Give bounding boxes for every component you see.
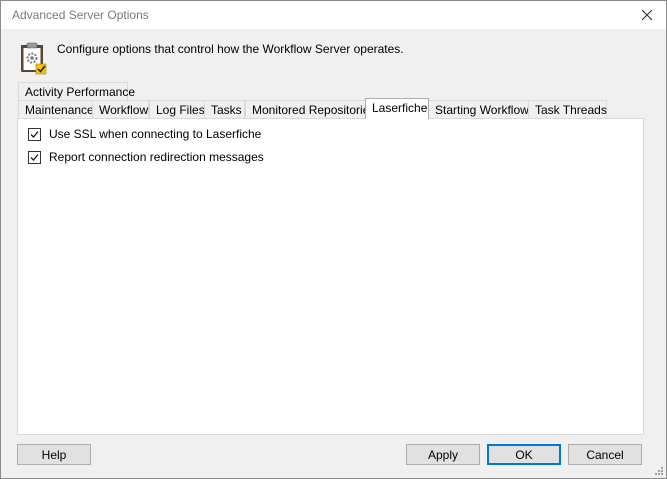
tab-label: Activity Performance — [25, 85, 136, 99]
dialog-window: Advanced Server Options Configure option… — [0, 0, 667, 479]
tab-activity-performance[interactable]: Activity Performance — [18, 82, 135, 100]
tab-workflow[interactable]: Workflow — [92, 100, 149, 118]
tab-monitored-repositories[interactable]: Monitored Repositories — [245, 100, 375, 118]
tab-label: Starting Workflows — [435, 103, 535, 117]
tab-label: Tasks — [211, 103, 242, 117]
apply-button[interactable]: Apply — [406, 444, 480, 465]
tab-maintenance[interactable]: Maintenance — [18, 100, 94, 118]
report-redirection-checkbox[interactable] — [28, 150, 41, 164]
header-description: Configure options that control how the W… — [57, 42, 404, 56]
close-button[interactable] — [636, 6, 658, 24]
window-title: Advanced Server Options — [12, 8, 149, 22]
tab-label: Workflow — [99, 103, 149, 117]
tab-laserfiche[interactable]: Laserfiche — [365, 98, 429, 119]
ok-button[interactable]: OK — [487, 444, 561, 465]
close-icon — [641, 9, 653, 21]
tab-label: Monitored Repositories — [252, 103, 376, 117]
use-ssl-label: Use SSL when connecting to Laserfiche — [49, 127, 262, 141]
cancel-button[interactable]: Cancel — [568, 444, 642, 465]
report-redirection-label: Report connection redirection messages — [49, 150, 264, 164]
tab-label: Log Files — [156, 103, 205, 117]
use-ssl-checkbox[interactable] — [28, 127, 41, 141]
tab-log-files[interactable]: Log Files — [149, 100, 205, 118]
tab-tasks[interactable]: Tasks — [204, 100, 245, 118]
resize-grip-icon[interactable] — [654, 466, 664, 476]
tab-label: Laserfiche — [372, 101, 428, 115]
tab-task-threads[interactable]: Task Threads — [528, 100, 607, 118]
tab-label: Maintenance — [25, 103, 94, 117]
title-bar[interactable]: Advanced Server Options — [1, 1, 666, 29]
help-button[interactable]: Help — [17, 444, 91, 465]
use-ssl-option[interactable]: Use SSL when connecting to Laserfiche — [28, 127, 261, 141]
checkmark-icon — [30, 130, 39, 138]
tab-starting-workflows[interactable]: Starting Workflows — [428, 100, 535, 118]
report-redirection-option[interactable]: Report connection redirection messages — [28, 150, 264, 164]
server-options-icon — [21, 42, 47, 75]
tab-label: Task Threads — [535, 103, 607, 117]
checkmark-icon — [30, 153, 39, 161]
tab-content-panel: Use SSL when connecting to Laserfiche Re… — [17, 118, 644, 435]
